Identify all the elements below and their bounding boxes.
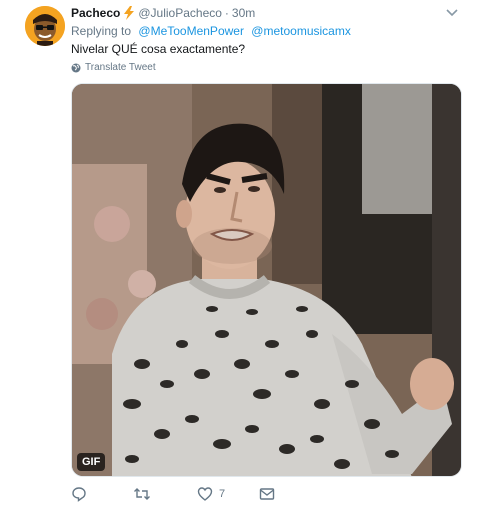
envelope-icon — [259, 488, 275, 500]
like-count: 7 — [219, 488, 226, 500]
tweet-text: Nivelar QUÉ cosa exactamente? — [71, 42, 246, 56]
lightning-bolt-icon — [123, 6, 135, 20]
translate-label: Translate Tweet — [85, 62, 156, 73]
direct-message-button[interactable] — [259, 484, 275, 504]
like-button[interactable]: 7 — [197, 484, 225, 504]
mention-link[interactable]: @metoomusicamx — [251, 24, 351, 38]
retweet-button[interactable] — [133, 484, 151, 504]
gif-badge: GIF — [77, 453, 106, 471]
tweet-actions: 7 — [71, 484, 462, 504]
tweet[interactable]: Pacheco @JulioPacheco · 30m Replying to … — [0, 0, 480, 507]
replying-label: Replying to — [71, 24, 132, 38]
separator: · — [224, 6, 229, 20]
heart-icon — [197, 487, 213, 501]
handle[interactable]: @JulioPacheco — [138, 6, 222, 20]
tweet-header: Pacheco @JulioPacheco · 30m — [71, 5, 255, 21]
avatar-image — [25, 6, 65, 46]
timestamp[interactable]: 30m — [232, 6, 255, 20]
globe-icon — [71, 63, 81, 73]
mention-link[interactable]: @MeTooMenPower — [138, 24, 244, 38]
chevron-down-icon — [446, 9, 458, 17]
display-name[interactable]: Pacheco — [71, 6, 120, 20]
retweet-icon — [134, 488, 150, 500]
reply-button[interactable] — [71, 484, 87, 504]
tweet-menu-button[interactable] — [444, 5, 460, 21]
gif-image — [72, 84, 461, 476]
avatar[interactable] — [25, 6, 65, 46]
translate-tweet-link[interactable]: Translate Tweet — [71, 62, 156, 73]
reply-icon — [72, 487, 86, 502]
replying-to: Replying to @MeTooMenPower @metoomusicam… — [71, 24, 351, 38]
gif-media[interactable] — [71, 83, 462, 477]
